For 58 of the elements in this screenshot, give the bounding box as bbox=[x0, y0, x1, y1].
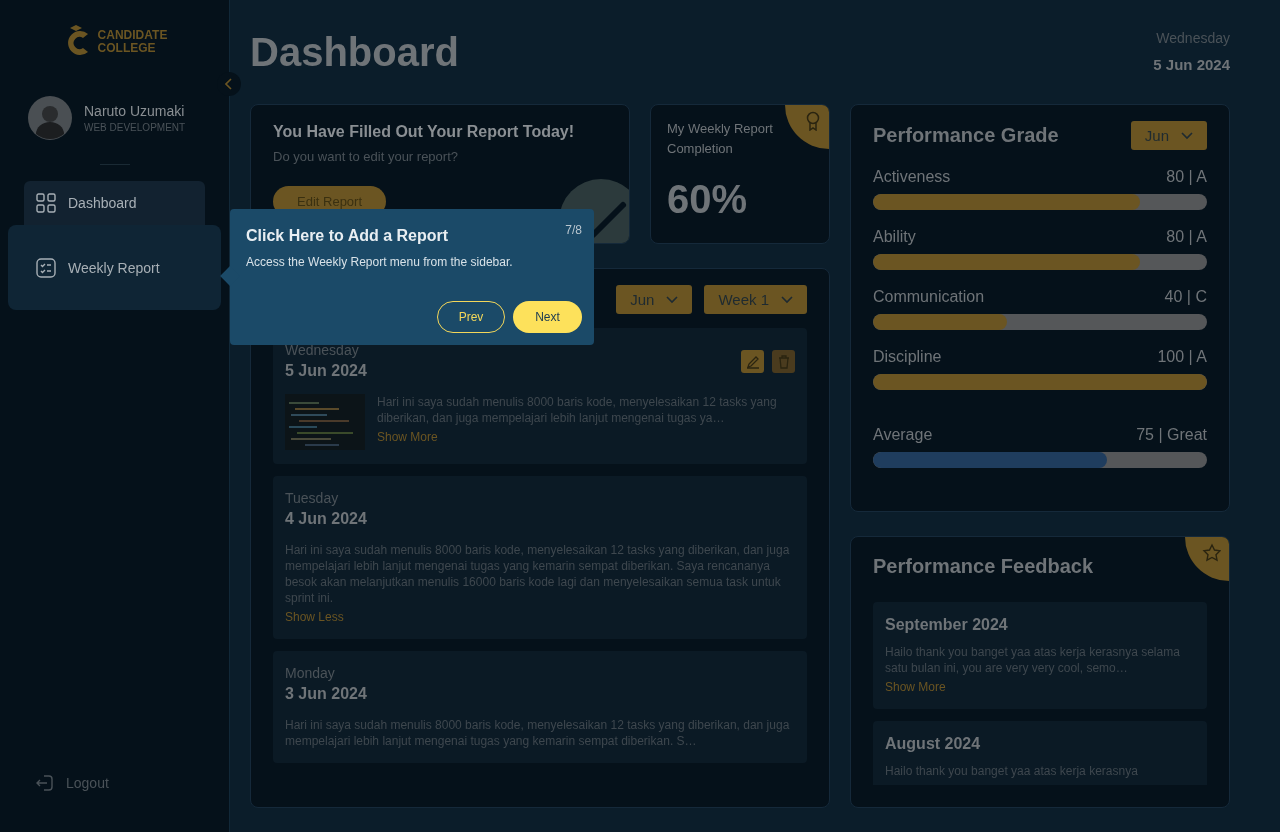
page-title: Dashboard bbox=[250, 29, 459, 76]
nav-item[interactable]: Weekly Report bbox=[8, 225, 221, 310]
star-icon bbox=[1201, 543, 1221, 563]
filter-dropdown[interactable]: Jun bbox=[616, 285, 693, 314]
tooltip-text: Access the Weekly Report menu from the sidebar. bbox=[246, 255, 514, 269]
toggle-link[interactable]: Show Less bbox=[285, 610, 344, 624]
entry-day: Wednesday bbox=[285, 342, 795, 358]
edit-button[interactable] bbox=[741, 350, 764, 373]
chevron-left-icon bbox=[225, 78, 233, 90]
logo-text: COLLEGE bbox=[97, 42, 157, 55]
card-title: My Weekly Report Completion bbox=[667, 120, 774, 158]
chevron-down-icon bbox=[666, 295, 679, 304]
checklist-icon bbox=[36, 257, 56, 278]
next-button[interactable]: Next bbox=[513, 301, 582, 333]
card-title: Performance Grade bbox=[873, 124, 1059, 147]
metric-score: 40 | C bbox=[1164, 288, 1207, 306]
card-title: You Have Filled Out Your Report Today! bbox=[273, 123, 576, 141]
card-title: Performance Feedback bbox=[873, 555, 1095, 578]
metric-score: 80 | A bbox=[1166, 168, 1207, 186]
current-day: Wednesday bbox=[1153, 30, 1230, 46]
metric-label: Activeness bbox=[873, 168, 951, 186]
chevron-down-icon bbox=[1181, 131, 1193, 140]
tooltip-title: Click Here to Add a Report bbox=[246, 227, 449, 245]
completion-value: 60% bbox=[667, 177, 749, 222]
feedback-month: September 2024 bbox=[885, 616, 1009, 634]
show-more-link[interactable]: Show More bbox=[885, 680, 946, 694]
month-dropdown[interactable]: Jun bbox=[1130, 121, 1207, 150]
logo-text: CANDIDATE bbox=[97, 29, 168, 42]
entry-date: 3 Jun 2024 bbox=[285, 685, 368, 703]
metric-label: Discipline bbox=[873, 348, 942, 366]
logout-button[interactable]: Logout bbox=[36, 774, 229, 792]
logout-icon bbox=[36, 774, 54, 792]
delete-button[interactable] bbox=[772, 350, 795, 373]
metric-label: Ability bbox=[873, 228, 916, 246]
metric-score: 75 | Great bbox=[1136, 426, 1207, 444]
grid-icon bbox=[36, 193, 56, 213]
award-icon bbox=[805, 111, 821, 131]
toggle-link[interactable]: Show More bbox=[377, 430, 438, 444]
user-role: WEB DEVELOPMENT bbox=[84, 122, 186, 133]
avatar bbox=[28, 96, 72, 140]
filter-dropdown[interactable]: Week 1 bbox=[704, 285, 807, 314]
card-subtitle: Do you want to edit your report? bbox=[273, 149, 459, 164]
metric-score: 80 | A bbox=[1166, 228, 1207, 246]
metric-label: Average bbox=[873, 426, 933, 444]
nav-item[interactable]: Dashboard bbox=[24, 181, 205, 225]
chevron-down-icon bbox=[781, 295, 793, 304]
entry-day: Tuesday bbox=[285, 490, 795, 506]
metric-label: Communication bbox=[873, 288, 985, 306]
entry-day: Monday bbox=[285, 665, 795, 681]
trash-icon bbox=[777, 354, 790, 369]
feedback-month: August 2024 bbox=[885, 735, 982, 753]
user-name: Naruto Uzumaki bbox=[84, 103, 186, 119]
entry-date: 4 Jun 2024 bbox=[285, 510, 368, 528]
pencil-icon bbox=[745, 354, 760, 369]
current-date: 5 Jun 2024 bbox=[1153, 56, 1230, 73]
step-counter: 7/8 bbox=[565, 223, 582, 237]
entry-date: 5 Jun 2024 bbox=[285, 362, 368, 380]
metric-score: 100 | A bbox=[1157, 348, 1207, 366]
